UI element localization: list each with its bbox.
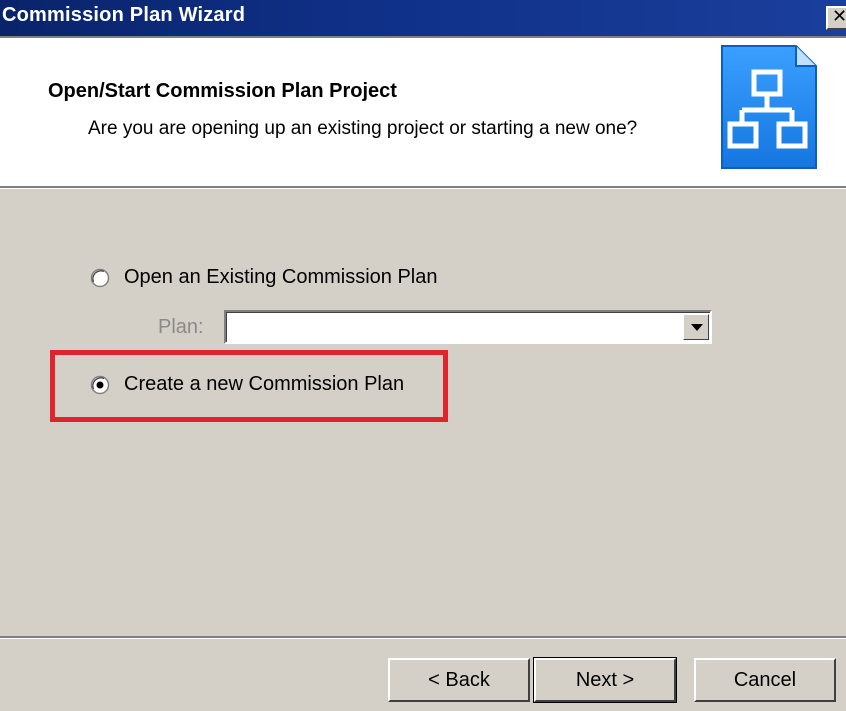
plan-select-field <box>226 312 710 342</box>
commission-plan-wizard-dialog: Commission Plan Wizard ✕ Open/Start Comm… <box>0 0 846 711</box>
header-divider <box>0 186 846 189</box>
page-title: Open/Start Commission Plan Project <box>48 80 397 102</box>
title-bar: Commission Plan Wizard ✕ <box>0 0 846 36</box>
open-existing-label[interactable]: Open an Existing Commission Plan <box>124 266 437 289</box>
org-chart-icon <box>718 44 818 177</box>
highlight-annotation <box>50 350 448 422</box>
cancel-button[interactable]: Cancel <box>694 658 836 702</box>
plan-dropdown-button[interactable] <box>683 314 709 340</box>
next-button[interactable]: Next > <box>533 657 677 703</box>
page-subtitle: Are you are opening up an existing proje… <box>88 118 638 139</box>
open-existing-radio[interactable] <box>90 268 110 288</box>
plan-select[interactable] <box>224 310 712 344</box>
chevron-down-icon <box>691 324 703 331</box>
close-icon: ✕ <box>832 6 846 27</box>
footer-divider <box>0 636 846 639</box>
wizard-header: Open/Start Commission Plan Project Are y… <box>0 36 846 186</box>
close-button[interactable]: ✕ <box>826 6 846 30</box>
plan-label: Plan: <box>158 316 204 338</box>
back-button[interactable]: < Back <box>388 658 530 702</box>
window-title: Commission Plan Wizard <box>2 4 246 26</box>
